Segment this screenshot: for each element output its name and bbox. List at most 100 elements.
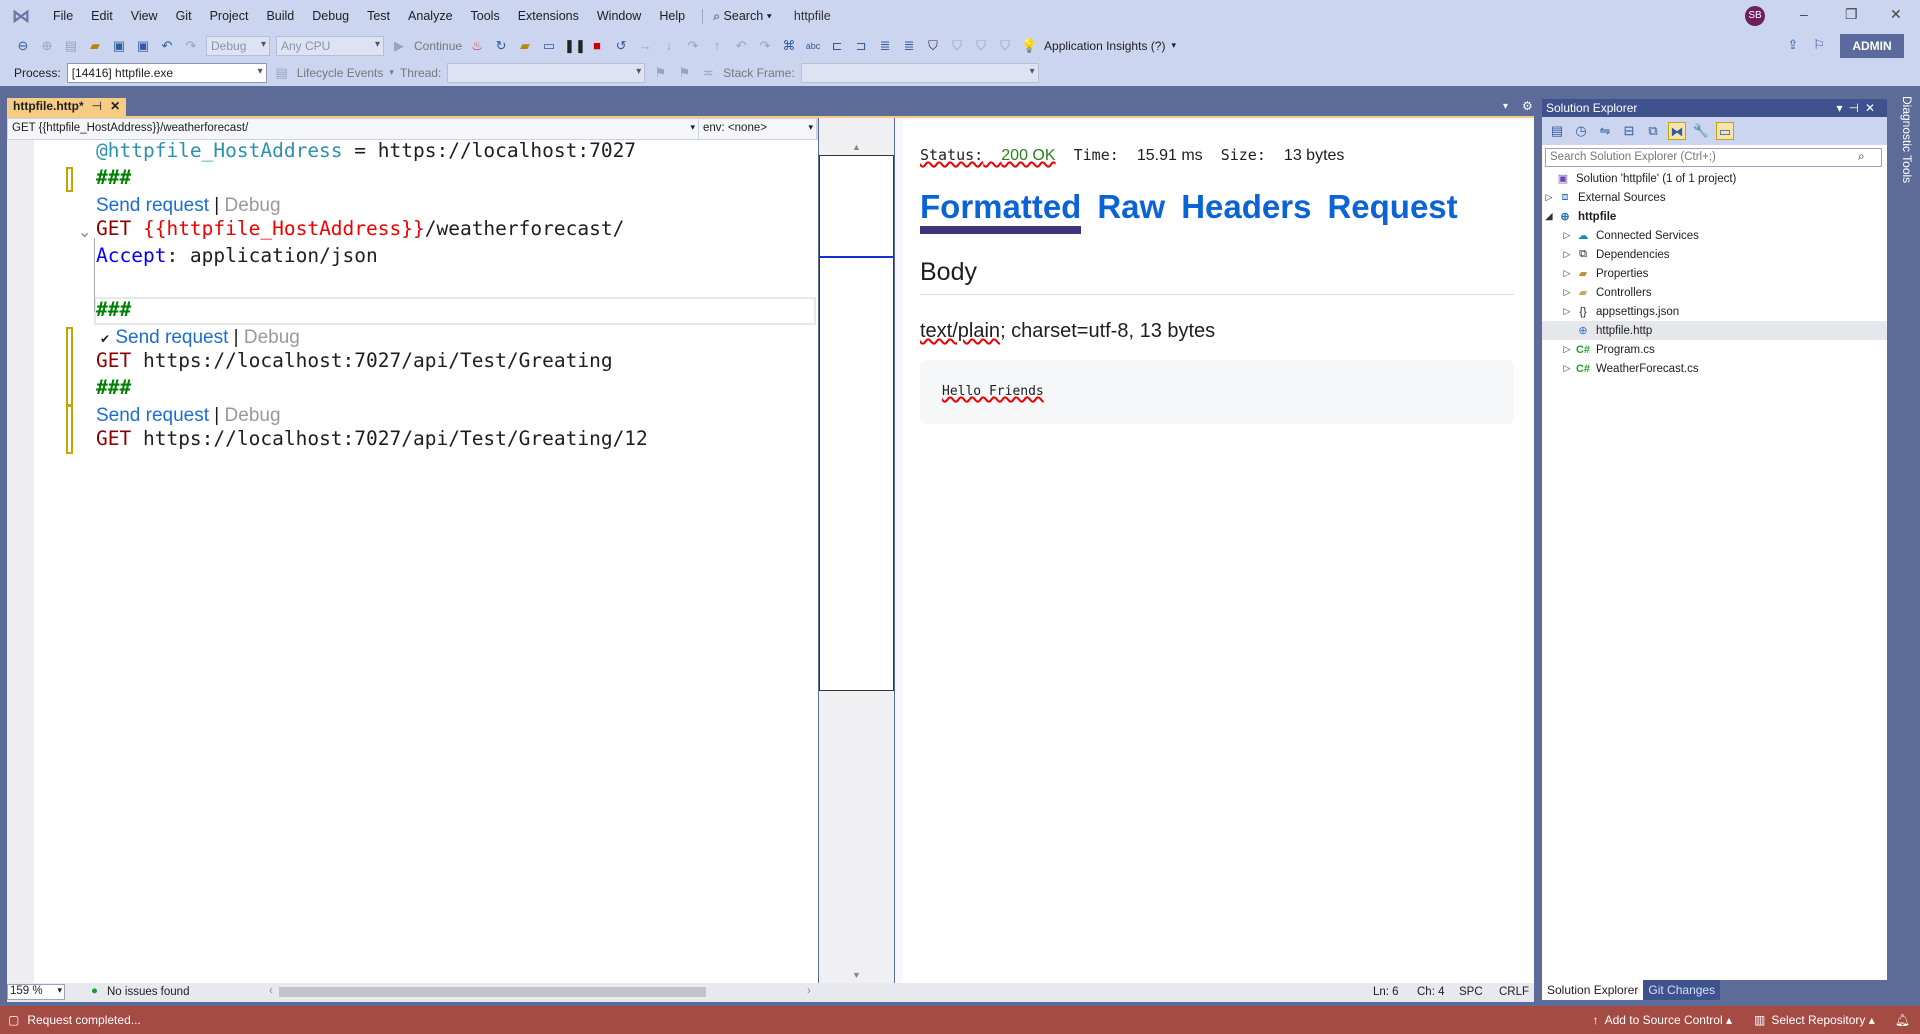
diagram-icon[interactable]: ⌘ (780, 37, 798, 55)
window-layout-icon[interactable]: ▭ (540, 37, 558, 55)
bookmark-icon[interactable]: ⛉ (924, 37, 942, 55)
tree-item-dependencies[interactable]: ▷ ⧉ Dependencies (1542, 245, 1887, 264)
minimize-button[interactable]: – (1800, 6, 1808, 22)
tab-headers[interactable]: Headers (1181, 188, 1311, 234)
expand-icon[interactable]: ▷ (1560, 306, 1574, 317)
admin-badge[interactable]: ADMIN (1840, 34, 1904, 58)
forward-icon[interactable]: ⊕ (38, 37, 56, 55)
tab-httpfile[interactable]: httpfile.http* ⊣ ✕ (7, 98, 127, 116)
tab-raw[interactable]: Raw (1097, 188, 1165, 234)
tab-request[interactable]: Request (1327, 188, 1457, 234)
tree-item-controllers[interactable]: ▷ ▰ Controllers (1542, 283, 1887, 302)
sync-icon[interactable]: ⇋ (1596, 122, 1614, 140)
open-folder-icon[interactable]: ▰ (86, 37, 104, 55)
solution-search-input[interactable]: Search Solution Explorer (Ctrl+;) (1545, 148, 1882, 167)
tree-item-appsettings[interactable]: ▷ {} appsettings.json (1542, 302, 1887, 321)
save-icon[interactable]: ▣ (110, 37, 128, 55)
search-button[interactable]: ⌕ Search ▾ (702, 8, 772, 24)
select-repository-button[interactable]: Select Repository ▴ (1771, 1013, 1874, 1027)
preview-icon[interactable]: ▭ (1716, 122, 1734, 140)
outdent-icon[interactable]: ≣ (900, 37, 918, 55)
request-select[interactable]: GET {{httpfile_HostAddress}}/weatherfore… (8, 119, 699, 139)
show-all-files-icon[interactable]: ⧉ (1644, 122, 1662, 140)
pin-icon[interactable]: ⊣ (92, 99, 102, 115)
collapse-all-icon[interactable]: ⊟ (1620, 122, 1638, 140)
expand-icon[interactable]: ▷ (1560, 287, 1574, 298)
step-out-icon[interactable]: ↑ (708, 37, 726, 55)
search-icon[interactable]: ⌕ (1858, 149, 1865, 164)
undo-icon[interactable]: ↶ (158, 37, 176, 55)
menu-help[interactable]: Help (650, 9, 694, 23)
indent-icon[interactable]: ≣ (876, 37, 894, 55)
collapse-chevron-icon[interactable]: ⌄ (78, 222, 91, 242)
line-ending[interactable]: CRLF (1499, 986, 1529, 998)
spellcheck-icon[interactable]: abc (804, 37, 822, 55)
tab-solution-explorer[interactable]: Solution Explorer (1542, 980, 1644, 1000)
whitespace-mode[interactable]: SPC (1459, 986, 1483, 998)
step-over-icon[interactable]: → (636, 37, 654, 55)
tree-item-project[interactable]: ◢ ⊕ httpfile (1542, 207, 1887, 226)
tab-list-dropdown-icon[interactable]: ▾ (1503, 101, 1508, 112)
menu-extensions[interactable]: Extensions (509, 9, 588, 23)
browse-icon[interactable]: ▰ (516, 37, 534, 55)
minimap-viewport[interactable] (819, 155, 894, 691)
step-into-icon[interactable]: ↓ (660, 37, 678, 55)
scroll-right-icon[interactable]: › (807, 985, 811, 997)
scroll-down-icon[interactable]: ▼ (852, 970, 861, 980)
live-share-icon[interactable]: ⇪ (1784, 36, 1802, 54)
collapse-icon[interactable]: ◢ (1542, 211, 1556, 222)
stack-icon[interactable]: ≍ (699, 64, 717, 82)
expand-icon[interactable]: ▷ (1560, 249, 1574, 260)
stop-icon[interactable]: ■ (588, 37, 606, 55)
panel-controls[interactable]: ▾⊣✕ (1836, 101, 1881, 115)
properties-wrench-icon[interactable]: 🔧 (1692, 122, 1710, 140)
redo-icon[interactable]: ↷ (182, 37, 200, 55)
diagnostic-tools-tab[interactable]: Diagnostic Tools (1892, 96, 1914, 206)
menu-debug[interactable]: Debug (303, 9, 358, 23)
clear-bookmarks-icon[interactable]: ⛉ (996, 37, 1014, 55)
menu-analyze[interactable]: Analyze (399, 9, 461, 23)
tree-item-properties[interactable]: ▷ ▰ Properties (1542, 264, 1887, 283)
menu-git[interactable]: Git (167, 9, 201, 23)
new-item-icon[interactable]: ▤ (62, 37, 80, 55)
redo2-icon[interactable]: ↷ (756, 37, 774, 55)
scroll-up-icon[interactable]: ▲ (852, 142, 861, 152)
next-bookmark-icon[interactable]: ⛉ (972, 37, 990, 55)
tab-formatted[interactable]: Formatted (920, 188, 1082, 234)
expand-icon[interactable]: ▷ (1560, 363, 1574, 374)
flag-threads-icon[interactable]: ⚑ (675, 64, 693, 82)
undo2-icon[interactable]: ↶ (732, 37, 750, 55)
add-to-source-control-button[interactable]: Add to Source Control ▴ (1605, 1013, 1732, 1027)
gear-icon[interactable]: ⚙ (1522, 99, 1533, 113)
pending-changes-filter-icon[interactable]: ◷ (1572, 122, 1590, 140)
environment-select[interactable]: env: <none> (699, 119, 817, 139)
close-window-button[interactable]: ✕ (1890, 6, 1902, 23)
tree-item-connected-services[interactable]: ▷ ☁ Connected Services (1542, 226, 1887, 245)
comment-icon[interactable]: ⊏ (828, 37, 846, 55)
menu-test[interactable]: Test (358, 9, 399, 23)
avatar[interactable]: SB (1745, 6, 1765, 26)
debug-link[interactable]: Debug (225, 405, 281, 426)
bell-icon[interactable]: 🔔︎ (1895, 1013, 1910, 1027)
restore-button[interactable]: ❐ (1845, 6, 1858, 23)
menu-project[interactable]: Project (201, 9, 258, 23)
menu-view[interactable]: View (122, 9, 167, 23)
lifecycle-events-button[interactable]: Lifecycle Events (297, 66, 384, 80)
restart-icon[interactable]: ↻ (492, 37, 510, 55)
tree-item-program[interactable]: ▷ C# Program.cs (1542, 340, 1887, 359)
thread-select[interactable] (447, 62, 646, 83)
menu-build[interactable]: Build (257, 9, 303, 23)
tree-item-weatherforecast[interactable]: ▷ C# WeatherForecast.cs (1542, 359, 1887, 378)
flag-icon[interactable]: ⚑ (651, 64, 669, 82)
pause-icon[interactable]: ❚❚ (564, 37, 586, 55)
expand-icon[interactable]: ▷ (1560, 268, 1574, 279)
back-icon[interactable]: ⊖ (14, 37, 32, 55)
platform-select[interactable]: Any CPU (276, 35, 384, 56)
configuration-select[interactable]: Debug (206, 35, 270, 56)
horizontal-scrollbar[interactable] (279, 987, 706, 997)
save-all-icon[interactable]: ▣ (134, 37, 152, 55)
menu-edit[interactable]: Edit (82, 9, 122, 23)
feedback-icon[interactable]: ⚐ (1810, 36, 1828, 54)
tab-git-changes[interactable]: Git Changes (1643, 980, 1721, 1000)
menu-file[interactable]: File (44, 9, 82, 23)
